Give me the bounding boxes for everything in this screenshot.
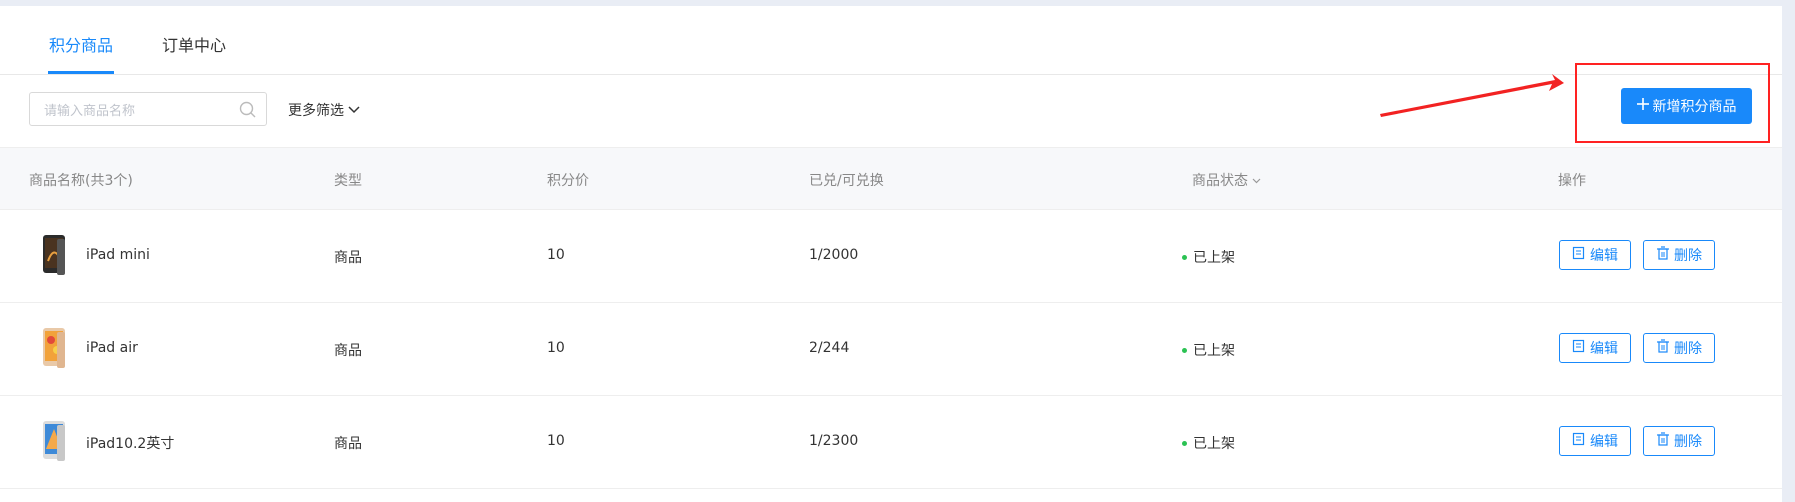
- status-label: 已上架: [1193, 343, 1235, 359]
- trash-icon: [1656, 339, 1670, 357]
- add-button-label: 新增积分商品: [1652, 99, 1737, 115]
- product-points: 10: [547, 247, 565, 263]
- product-redeemed: 2/244: [809, 340, 850, 356]
- product-type: 商品: [334, 436, 362, 452]
- edit-icon: [1572, 246, 1586, 264]
- more-filter-label: 更多筛选: [288, 103, 344, 119]
- table-row: iPad air 商品 10 2/244 已上架 编辑 删除: [0, 303, 1782, 396]
- edit-icon: [1572, 432, 1586, 450]
- product-status: 已上架: [1182, 247, 1235, 267]
- header-status-label: 商品状态: [1192, 173, 1248, 189]
- tab-bar: 积分商品 订单中心: [0, 6, 1782, 75]
- product-name: iPad air: [86, 340, 138, 356]
- product-status: 已上架: [1182, 340, 1235, 360]
- tab-order-center[interactable]: 订单中心: [162, 32, 226, 56]
- edit-button[interactable]: 编辑: [1559, 240, 1631, 270]
- header-type: 类型: [334, 173, 362, 189]
- header-actions: 操作: [1558, 173, 1586, 189]
- edit-button[interactable]: 编辑: [1559, 333, 1631, 363]
- delete-button[interactable]: 删除: [1643, 240, 1715, 270]
- edit-label: 编辑: [1590, 248, 1618, 264]
- table-header: 商品名称(共3个) 类型 积分价 已兑/可兑换 商品状态 操作: [0, 148, 1782, 210]
- status-dot: [1182, 254, 1187, 260]
- delete-button[interactable]: 删除: [1643, 333, 1715, 363]
- delete-label: 删除: [1674, 248, 1702, 264]
- product-thumbnail: [40, 326, 70, 370]
- header-status[interactable]: 商品状态: [1192, 170, 1261, 190]
- delete-button[interactable]: 删除: [1643, 426, 1715, 456]
- product-points: 10: [547, 340, 565, 356]
- table-row: iPad10.2英寸 商品 10 1/2300 已上架 编辑 删除: [0, 396, 1782, 489]
- edit-label: 编辑: [1590, 434, 1618, 450]
- trash-icon: [1656, 432, 1670, 450]
- product-name: iPad10.2英寸: [86, 436, 175, 452]
- search-input[interactable]: [42, 100, 236, 122]
- status-dot: [1182, 440, 1187, 446]
- product-thumbnail: [40, 419, 70, 463]
- status-label: 已上架: [1193, 436, 1235, 452]
- product-status: 已上架: [1182, 433, 1235, 453]
- plus-icon: [1636, 98, 1649, 114]
- status-dot: [1182, 347, 1187, 353]
- more-filter-dropdown[interactable]: 更多筛选: [288, 100, 360, 120]
- search-icon[interactable]: [239, 101, 256, 122]
- delete-label: 删除: [1674, 341, 1702, 357]
- trash-icon: [1656, 246, 1670, 264]
- chevron-down-icon: [1252, 172, 1261, 188]
- delete-label: 删除: [1674, 434, 1702, 450]
- product-redeemed: 1/2300: [809, 433, 859, 449]
- search-box: [29, 92, 267, 126]
- product-name: iPad mini: [86, 247, 150, 263]
- header-points: 积分价: [547, 173, 589, 189]
- toolbar: 更多筛选 新增积分商品: [0, 75, 1782, 148]
- product-type: 商品: [334, 343, 362, 359]
- header-name: 商品名称(共3个): [29, 173, 133, 189]
- product-points: 10: [547, 433, 565, 449]
- points-goods-panel: 积分商品 订单中心 更多筛选 新增积分商品: [0, 6, 1782, 502]
- edit-icon: [1572, 339, 1586, 357]
- product-thumbnail: [40, 233, 70, 277]
- table-row: iPad mini 商品 10 1/2000 已上架 编辑 删除: [0, 210, 1782, 303]
- header-redeemed: 已兑/可兑换: [809, 173, 884, 189]
- tab-points-goods[interactable]: 积分商品: [49, 32, 113, 56]
- product-type: 商品: [334, 250, 362, 266]
- product-redeemed: 1/2000: [809, 247, 859, 263]
- add-points-goods-button[interactable]: 新增积分商品: [1621, 88, 1752, 124]
- edit-button[interactable]: 编辑: [1559, 426, 1631, 456]
- active-tab-indicator: [48, 71, 114, 74]
- edit-label: 编辑: [1590, 341, 1618, 357]
- chevron-down-icon: [348, 102, 360, 118]
- status-label: 已上架: [1193, 250, 1235, 266]
